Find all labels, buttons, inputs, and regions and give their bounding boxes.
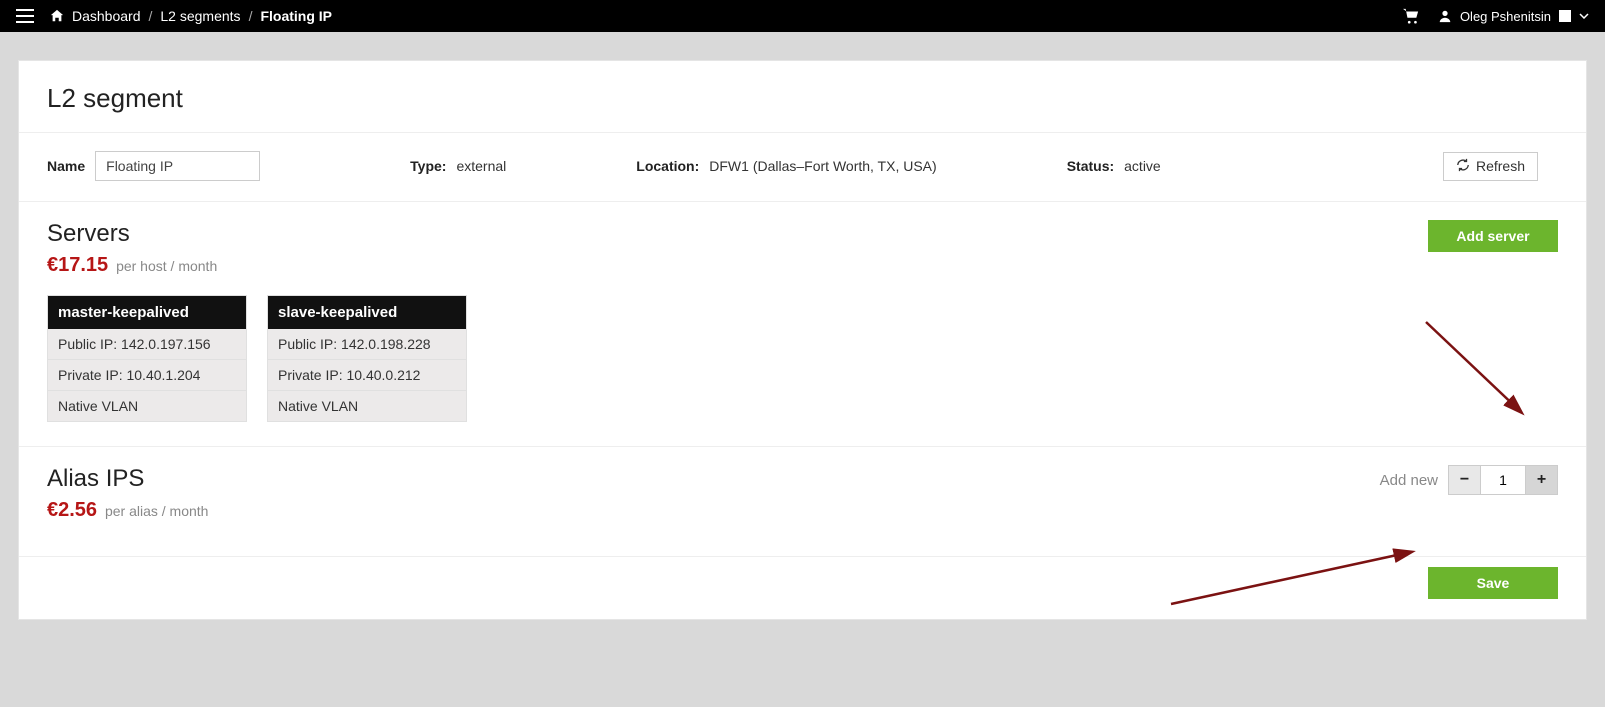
chevron-down-icon [1579,13,1589,19]
refresh-button[interactable]: Refresh [1443,152,1538,181]
increment-button[interactable]: + [1525,466,1557,494]
name-input[interactable] [95,151,260,181]
menu-icon[interactable] [16,9,34,23]
user-avatar-placeholder [1559,10,1571,22]
user-name: Oleg Pshenitsin [1460,9,1551,24]
status-field: Status: active [1067,158,1161,174]
status-label: Status: [1067,158,1114,174]
breadcrumb-sep: / [149,8,153,24]
server-card: slave-keepalived Public IP: 142.0.198.22… [267,295,467,422]
save-row: Save [19,556,1586,619]
type-label: Type: [410,158,446,174]
add-new-label: Add new [1380,472,1438,489]
page-body: L2 segment Name Type: external Location:… [0,32,1605,660]
alias-title: Alias IPS [47,465,208,493]
alias-ips-section: Alias IPS €2.56 per alias / month Add ne… [19,446,1586,556]
quantity-stepper: − + [1448,465,1558,495]
alias-price: €2.56 per alias / month [47,499,208,522]
servers-section: Servers €17.15 per host / month Add serv… [19,201,1586,446]
add-server-button[interactable]: Add server [1428,220,1558,252]
server-private-ip: Private IP: 10.40.1.204 [48,360,246,391]
main-panel: L2 segment Name Type: external Location:… [18,60,1587,620]
user-menu[interactable]: Oleg Pshenitsin [1438,9,1589,24]
servers-price-unit: per host / month [116,258,217,274]
breadcrumb-l2-segments[interactable]: L2 segments [160,8,240,24]
name-label: Name [47,158,85,174]
home-icon[interactable] [50,9,64,23]
location-value: DFW1 (Dallas–Fort Worth, TX, USA) [709,158,936,174]
decrement-button[interactable]: − [1449,466,1481,494]
top-bar-left: Dashboard / L2 segments / Floating IP [16,8,332,24]
location-field: Location: DFW1 (Dallas–Fort Worth, TX, U… [636,158,936,174]
server-card-name: master-keepalived [48,296,246,329]
servers-price: €17.15 per host / month [47,254,217,277]
server-public-ip: Public IP: 142.0.197.156 [48,329,246,360]
breadcrumb: Dashboard / L2 segments / Floating IP [50,8,332,24]
breadcrumb-dashboard[interactable]: Dashboard [72,8,141,24]
server-card-name: slave-keepalived [268,296,466,329]
server-vlan: Native VLAN [48,391,246,421]
quantity-input[interactable] [1481,466,1525,494]
name-field: Name [47,151,260,181]
servers-title: Servers [47,220,217,248]
server-card: master-keepalived Public IP: 142.0.197.1… [47,295,247,422]
refresh-icon [1456,158,1470,175]
breadcrumb-sep: / [249,8,253,24]
servers-price-value: €17.15 [47,254,108,276]
top-bar: Dashboard / L2 segments / Floating IP Ol… [0,0,1605,32]
user-icon [1438,9,1452,23]
server-private-ip: Private IP: 10.40.0.212 [268,360,466,391]
alias-price-unit: per alias / month [105,503,209,519]
server-cards: master-keepalived Public IP: 142.0.197.1… [47,295,1558,422]
page-title: L2 segment [47,83,1558,114]
alias-price-value: €2.56 [47,499,97,521]
segment-meta-row: Name Type: external Location: DFW1 (Dall… [47,133,1558,201]
type-value: external [456,158,506,174]
location-label: Location: [636,158,699,174]
status-value: active [1124,158,1161,174]
breadcrumb-current: Floating IP [260,8,332,24]
server-public-ip: Public IP: 142.0.198.228 [268,329,466,360]
add-new-block: Add new − + [1380,465,1558,495]
refresh-label: Refresh [1476,158,1525,174]
server-vlan: Native VLAN [268,391,466,421]
save-button[interactable]: Save [1428,567,1558,599]
top-bar-right: Oleg Pshenitsin [1402,8,1589,24]
type-field: Type: external [410,158,506,174]
cart-icon[interactable] [1402,8,1420,24]
